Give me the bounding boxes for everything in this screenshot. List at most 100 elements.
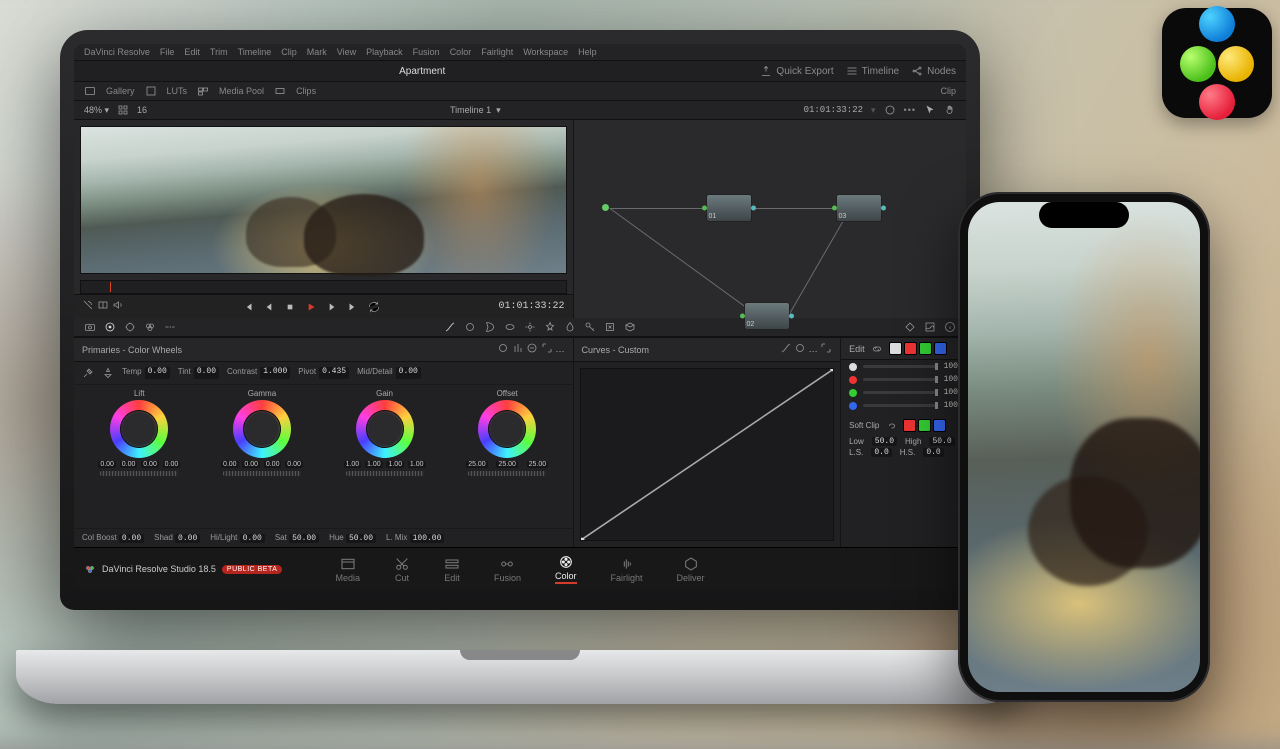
sc-ls[interactable]: 0.0 xyxy=(871,448,891,457)
info-icon[interactable] xyxy=(944,321,956,333)
node-03[interactable]: 03 xyxy=(836,194,882,222)
gain-wheel[interactable]: Gain 1.001.001.001.00 xyxy=(344,389,426,476)
tab-luts[interactable]: LUTs xyxy=(167,86,188,96)
menu-view[interactable]: View xyxy=(337,47,356,57)
swatch-r[interactable] xyxy=(904,342,917,355)
hilight-value[interactable]: 0.00 xyxy=(240,534,265,543)
link-icon[interactable] xyxy=(871,343,883,355)
mac-menubar[interactable]: DaVinci Resolve File Edit Trim Timeline … xyxy=(74,44,966,61)
blur-icon[interactable] xyxy=(564,321,576,333)
wheels-mode-icon[interactable] xyxy=(497,342,509,354)
loop-button[interactable] xyxy=(367,300,381,314)
swatch-g[interactable] xyxy=(919,342,932,355)
menu-fairlight[interactable]: Fairlight xyxy=(481,47,513,57)
prev-frame-button[interactable] xyxy=(262,300,276,314)
sizing-icon[interactable] xyxy=(604,321,616,333)
gamma-master-slider[interactable] xyxy=(223,471,301,476)
key-icon[interactable] xyxy=(584,321,596,333)
pointer-icon[interactable] xyxy=(924,104,936,116)
lift-wheel[interactable]: Lift 0.000.000.000.00 xyxy=(98,389,180,476)
tab-gallery[interactable]: Gallery xyxy=(106,86,135,96)
log-mode-icon[interactable] xyxy=(526,342,538,354)
menu-clip[interactable]: Clip xyxy=(281,47,297,57)
camera-raw-icon[interactable] xyxy=(84,321,96,333)
motion-icon[interactable] xyxy=(164,321,176,333)
channel-y[interactable]: 100 xyxy=(841,360,966,373)
middetail-value[interactable]: 0.00 xyxy=(396,367,421,379)
page-color[interactable]: Color xyxy=(555,554,577,584)
sc-swatch-r[interactable] xyxy=(903,419,916,432)
rgb-mixer-icon[interactable] xyxy=(144,321,156,333)
menu-app[interactable]: DaVinci Resolve xyxy=(84,47,150,57)
grid-icon[interactable] xyxy=(117,104,129,116)
stop-button[interactable] xyxy=(283,300,297,314)
swatch-b[interactable] xyxy=(934,342,947,355)
menu-mark[interactable]: Mark xyxy=(307,47,327,57)
contrast-value[interactable]: 1.000 xyxy=(260,367,290,379)
audio-icon[interactable] xyxy=(112,299,124,311)
curves-menu-icon[interactable]: ⋯ xyxy=(809,346,818,356)
page-cut[interactable]: Cut xyxy=(394,556,410,583)
menu-playback[interactable]: Playback xyxy=(366,47,403,57)
sat-value[interactable]: 50.00 xyxy=(289,534,319,543)
sc-hs[interactable]: 0.0 xyxy=(923,448,943,457)
offset-wheel[interactable]: Offset 25.0025.0025.00 xyxy=(466,389,548,476)
viewer-image[interactable] xyxy=(80,126,567,274)
zoom-menu[interactable]: 48% ▾ xyxy=(84,105,109,116)
link2-icon[interactable] xyxy=(885,420,897,432)
more-dots-icon[interactable]: ••• xyxy=(904,105,916,115)
menu-help[interactable]: Help xyxy=(578,47,597,57)
pivot-value[interactable]: 0.435 xyxy=(319,367,349,379)
quick-export-button[interactable]: Quick Export xyxy=(760,65,833,77)
timeline-selector[interactable]: Timeline 1 ▾ xyxy=(450,105,501,116)
sc-high[interactable]: 50.0 xyxy=(929,437,954,446)
sc-swatch-g[interactable] xyxy=(918,419,931,432)
warper-icon[interactable] xyxy=(464,321,476,333)
play-button[interactable] xyxy=(304,300,318,314)
tint-value[interactable]: 0.00 xyxy=(194,367,219,379)
next-frame-button[interactable] xyxy=(325,300,339,314)
channel-g[interactable]: 100 xyxy=(841,386,966,399)
transport-timecode[interactable]: 01:01:33:22 xyxy=(499,301,565,312)
lift-master-slider[interactable] xyxy=(100,471,178,476)
tab-clips[interactable]: Clips xyxy=(296,86,316,96)
color-wheels-icon[interactable] xyxy=(104,321,116,333)
menu-trim[interactable]: Trim xyxy=(210,47,228,57)
node-01[interactable]: 01 xyxy=(706,194,752,222)
menu-timeline[interactable]: Timeline xyxy=(238,47,272,57)
page-fusion[interactable]: Fusion xyxy=(494,556,521,583)
header-timecode[interactable]: 01:01:33:22 xyxy=(804,105,863,115)
magic-mask-icon[interactable] xyxy=(544,321,556,333)
menu-file[interactable]: File xyxy=(160,47,175,57)
menu-color[interactable]: Color xyxy=(450,47,472,57)
viewer-scrubber[interactable] xyxy=(80,280,567,294)
node-graph[interactable]: 01 03 02 xyxy=(574,120,966,318)
3d-icon[interactable] xyxy=(624,321,636,333)
menu-workspace[interactable]: Workspace xyxy=(523,47,568,57)
first-frame-button[interactable] xyxy=(241,300,255,314)
lmix-value[interactable]: 100.00 xyxy=(410,534,445,543)
window-icon[interactable] xyxy=(504,321,516,333)
colboost-value[interactable]: 0.00 xyxy=(119,534,144,543)
gamma-wheel[interactable]: Gamma 0.000.000.000.00 xyxy=(221,389,303,476)
bars-mode-icon[interactable] xyxy=(512,342,524,354)
bypass-icon[interactable] xyxy=(82,299,94,311)
curves-editor[interactable] xyxy=(580,368,835,541)
scope-icon[interactable] xyxy=(884,104,896,116)
hdr-icon[interactable] xyxy=(124,321,136,333)
curves-icon[interactable] xyxy=(444,321,456,333)
timeline-toggle[interactable]: Timeline xyxy=(846,65,899,77)
keyframes-icon[interactable] xyxy=(904,321,916,333)
tracker-icon[interactable] xyxy=(524,321,536,333)
page-deliver[interactable]: Deliver xyxy=(677,556,705,583)
qualifier-icon[interactable] xyxy=(484,321,496,333)
expand-icon[interactable] xyxy=(541,342,553,354)
offset-master-slider[interactable] xyxy=(468,471,546,476)
tab-mediapool[interactable]: Media Pool xyxy=(219,86,264,96)
fit-value[interactable]: 16 xyxy=(137,105,147,115)
curves-custom-icon[interactable] xyxy=(780,342,792,354)
nodes-toggle[interactable]: Nodes xyxy=(911,65,956,77)
panel-menu-icon[interactable]: ⋯ xyxy=(556,346,565,356)
last-frame-button[interactable] xyxy=(346,300,360,314)
page-edit[interactable]: Edit xyxy=(444,556,460,583)
